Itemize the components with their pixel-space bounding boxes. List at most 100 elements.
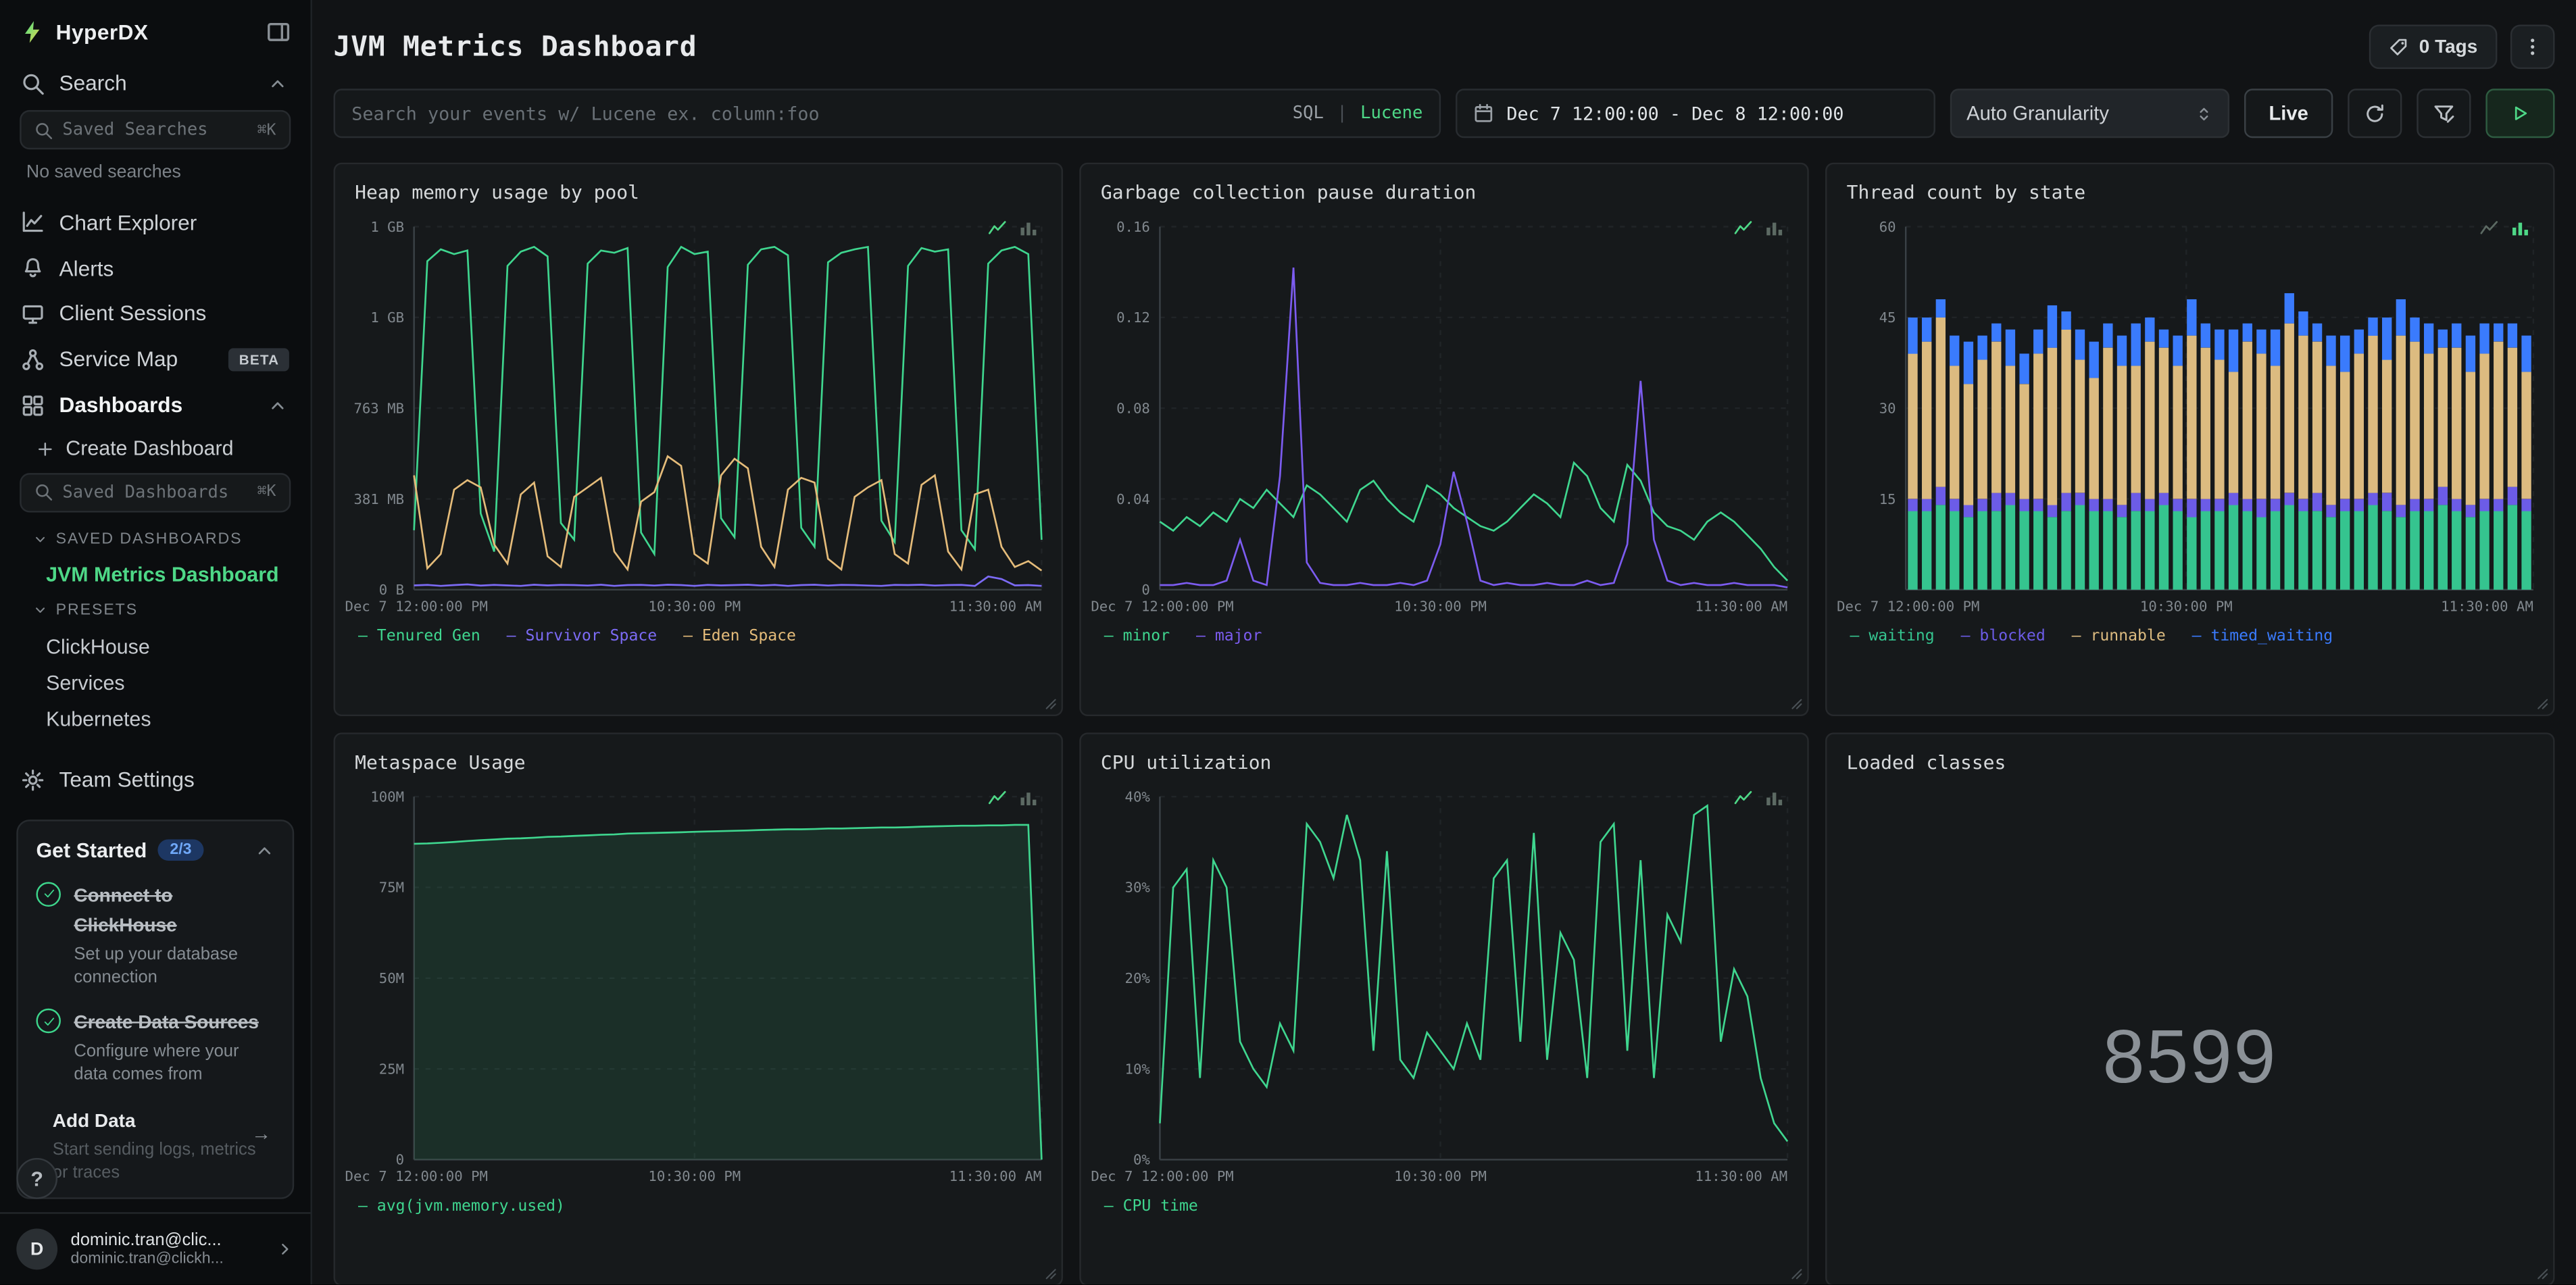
chart-canvas[interactable]: 1 GB 1 GB 763 MB 381 MB 0 B Dec 7 12:00:00 PM…	[342, 210, 1055, 616]
sidebar-search-label: Search	[59, 71, 127, 97]
get-started-item-connect[interactable]: Connect to ClickHouse Set up your databa…	[36, 880, 274, 989]
chart-canvas[interactable]: 40% 30% 20% 10% 0% Dec 7 12:00:00 PM 10:30:00 …	[1087, 780, 1800, 1186]
svg-text:50M: 50M	[379, 970, 404, 986]
line-chart-toggle-icon[interactable]	[2479, 218, 2499, 238]
dashboard-link-clickhouse[interactable]: ClickHouse	[0, 628, 310, 665]
legend-item[interactable]: — timed_waiting	[2192, 628, 2333, 646]
legend-item[interactable]: — runnable	[2072, 628, 2166, 646]
lucene-mode-toggle[interactable]: Lucene	[1360, 103, 1422, 123]
check-circle-icon	[36, 882, 61, 907]
presets-group-label: PRESETS	[55, 601, 139, 620]
collapse-sidebar-icon[interactable]	[266, 20, 291, 44]
chart-canvas[interactable]: 0.16 0.12 0.08 0.04 0 Dec 7 12:00:00 PM 10:30:…	[1087, 210, 1800, 616]
svg-text:10:30:00 PM: 10:30:00 PM	[2140, 598, 2233, 614]
resize-handle-icon[interactable]	[1789, 1266, 1802, 1280]
create-dashboard-button[interactable]: Create Dashboard	[0, 428, 310, 470]
bar-chart-toggle-icon[interactable]	[1764, 788, 1784, 808]
legend-item[interactable]: — minor	[1104, 628, 1170, 646]
chart-title: Thread count by state	[1846, 180, 2086, 204]
svg-text:Dec 7 12:00:00 PM: Dec 7 12:00:00 PM	[1091, 598, 1233, 614]
svg-text:10:30:00 PM: 10:30:00 PM	[1394, 598, 1487, 614]
line-chart-toggle-icon[interactable]	[987, 788, 1007, 808]
bar-chart-toggle-icon[interactable]	[2510, 218, 2530, 238]
resize-handle-icon[interactable]	[2535, 697, 2548, 709]
avatar: D	[16, 1228, 58, 1270]
resize-handle-icon[interactable]	[1789, 697, 1802, 709]
saved-searches-field[interactable]	[62, 120, 248, 140]
dashboard-link-jvm-metrics[interactable]: JVM Metrics Dashboard	[0, 557, 310, 594]
date-range-picker[interactable]: Dec 7 12:00:00 - Dec 8 12:00:00	[1456, 89, 1935, 138]
svg-text:0: 0	[1141, 582, 1149, 598]
tags-button[interactable]: 0 Tags	[2369, 24, 2498, 70]
filter-button[interactable]	[2417, 89, 2471, 138]
chevron-up-icon	[266, 395, 289, 415]
resize-handle-icon[interactable]	[2535, 1266, 2548, 1280]
calendar-icon	[1474, 103, 1493, 123]
chart-canvas[interactable]: 100M 75M 50M 25M 0 Dec 7 12:00:00 PM 10:30:00 …	[342, 780, 1055, 1186]
legend-item[interactable]: — Eden Space	[683, 628, 796, 646]
no-saved-searches-text: No saved searches	[26, 162, 181, 183]
legend-item[interactable]: — avg(jvm.memory.used)	[358, 1197, 565, 1215]
chart-svg: 1 GB 1 GB 763 MB 381 MB 0 BDec 7 12:00:00 PM…	[345, 219, 1043, 614]
filter-edit-icon	[2433, 103, 2455, 124]
svg-text:20%: 20%	[1125, 970, 1151, 986]
saved-dashboards-group[interactable]: SAVED DASHBOARDS	[0, 522, 310, 557]
dashboard-link-kubernetes[interactable]: Kubernetes	[0, 701, 310, 738]
big-number-value: 8599	[2102, 1012, 2278, 1099]
sidebar-item-search[interactable]: Search	[0, 61, 310, 107]
dashboard-link-services[interactable]: Services	[0, 665, 310, 701]
main-content: JVM Metrics Dashboard 0 Tags SQL | Lucen…	[312, 0, 2576, 1285]
event-search-box[interactable]: SQL | Lucene	[333, 89, 1441, 138]
chart-legend: — CPU time	[1081, 1186, 1808, 1215]
sidebar-item-team-settings[interactable]: Team Settings	[0, 757, 310, 803]
bar-chart-toggle-icon[interactable]	[1018, 788, 1038, 808]
sql-mode-toggle[interactable]: SQL	[1293, 103, 1324, 123]
arrow-right-icon: →	[251, 1121, 272, 1144]
sidebar-item-chart-explorer[interactable]: Chart Explorer	[0, 199, 310, 245]
get-started-card: Get Started 2/3 Connect to ClickHouse Se…	[16, 820, 295, 1199]
saved-searches-input[interactable]: ⌘K	[20, 109, 291, 150]
get-started-header[interactable]: Get Started 2/3	[36, 839, 274, 862]
get-started-item-sources[interactable]: Create Data Sources Configure where your…	[36, 1007, 274, 1087]
svg-text:25M: 25M	[379, 1061, 404, 1077]
sidebar-item-service-map[interactable]: Service Map BETA	[0, 336, 310, 382]
resize-handle-icon[interactable]	[1043, 697, 1056, 709]
refresh-button[interactable]	[2348, 89, 2402, 138]
help-button[interactable]: ?	[16, 1157, 58, 1199]
progress-badge: 2/3	[158, 840, 203, 862]
user-email: dominic.tran@clickh...	[70, 1250, 224, 1268]
sidebar-bottom: Get Started 2/3 Connect to ClickHouse Se…	[0, 803, 311, 1285]
presets-group[interactable]: PRESETS	[0, 593, 310, 628]
line-chart-toggle-icon[interactable]	[1733, 218, 1753, 238]
chart-canvas[interactable]: 60 45 30 15 Dec 7 12:00:00 PM 10:30:00 PM 11:3…	[1833, 210, 2546, 616]
legend-item[interactable]: — Tenured Gen	[358, 628, 480, 646]
sidebar-item-alerts[interactable]: Alerts	[0, 245, 310, 291]
tags-count-label: 0 Tags	[2419, 36, 2478, 57]
line-chart-toggle-icon[interactable]	[1733, 788, 1753, 808]
run-query-button[interactable]	[2485, 89, 2555, 138]
legend-item[interactable]: — major	[1196, 628, 1262, 646]
granularity-select[interactable]: Auto Granularity	[1950, 89, 2230, 138]
event-search-input[interactable]	[351, 102, 1280, 124]
more-options-button[interactable]	[2510, 24, 2555, 70]
svg-text:10:30:00 PM: 10:30:00 PM	[648, 598, 741, 614]
service-map-icon	[22, 348, 45, 371]
saved-dashboards-input[interactable]: ⌘K	[20, 472, 291, 513]
dashboards-grid-icon	[22, 394, 45, 417]
legend-item[interactable]: — blocked	[1961, 628, 2046, 646]
get-started-item-add-data[interactable]: Add Data Start sending logs, metrics or …	[36, 1105, 274, 1184]
legend-item[interactable]: — Survivor Space	[507, 628, 657, 646]
line-chart-toggle-icon[interactable]	[987, 218, 1007, 238]
user-menu[interactable]: D dominic.tran@clic... dominic.tran@clic…	[0, 1212, 311, 1285]
saved-dashboards-field[interactable]	[62, 482, 248, 503]
legend-item[interactable]: — CPU time	[1104, 1197, 1198, 1215]
svg-text:15: 15	[1879, 491, 1896, 507]
legend-item[interactable]: — waiting	[1850, 628, 1935, 646]
chevron-down-icon	[33, 603, 48, 618]
resize-handle-icon[interactable]	[1043, 1266, 1056, 1280]
sidebar-item-dashboards[interactable]: Dashboards	[0, 382, 310, 428]
bar-chart-toggle-icon[interactable]	[1018, 218, 1038, 238]
sidebar-item-client-sessions[interactable]: Client Sessions	[0, 291, 310, 336]
bar-chart-toggle-icon[interactable]	[1764, 218, 1784, 238]
live-button[interactable]: Live	[2244, 89, 2333, 138]
